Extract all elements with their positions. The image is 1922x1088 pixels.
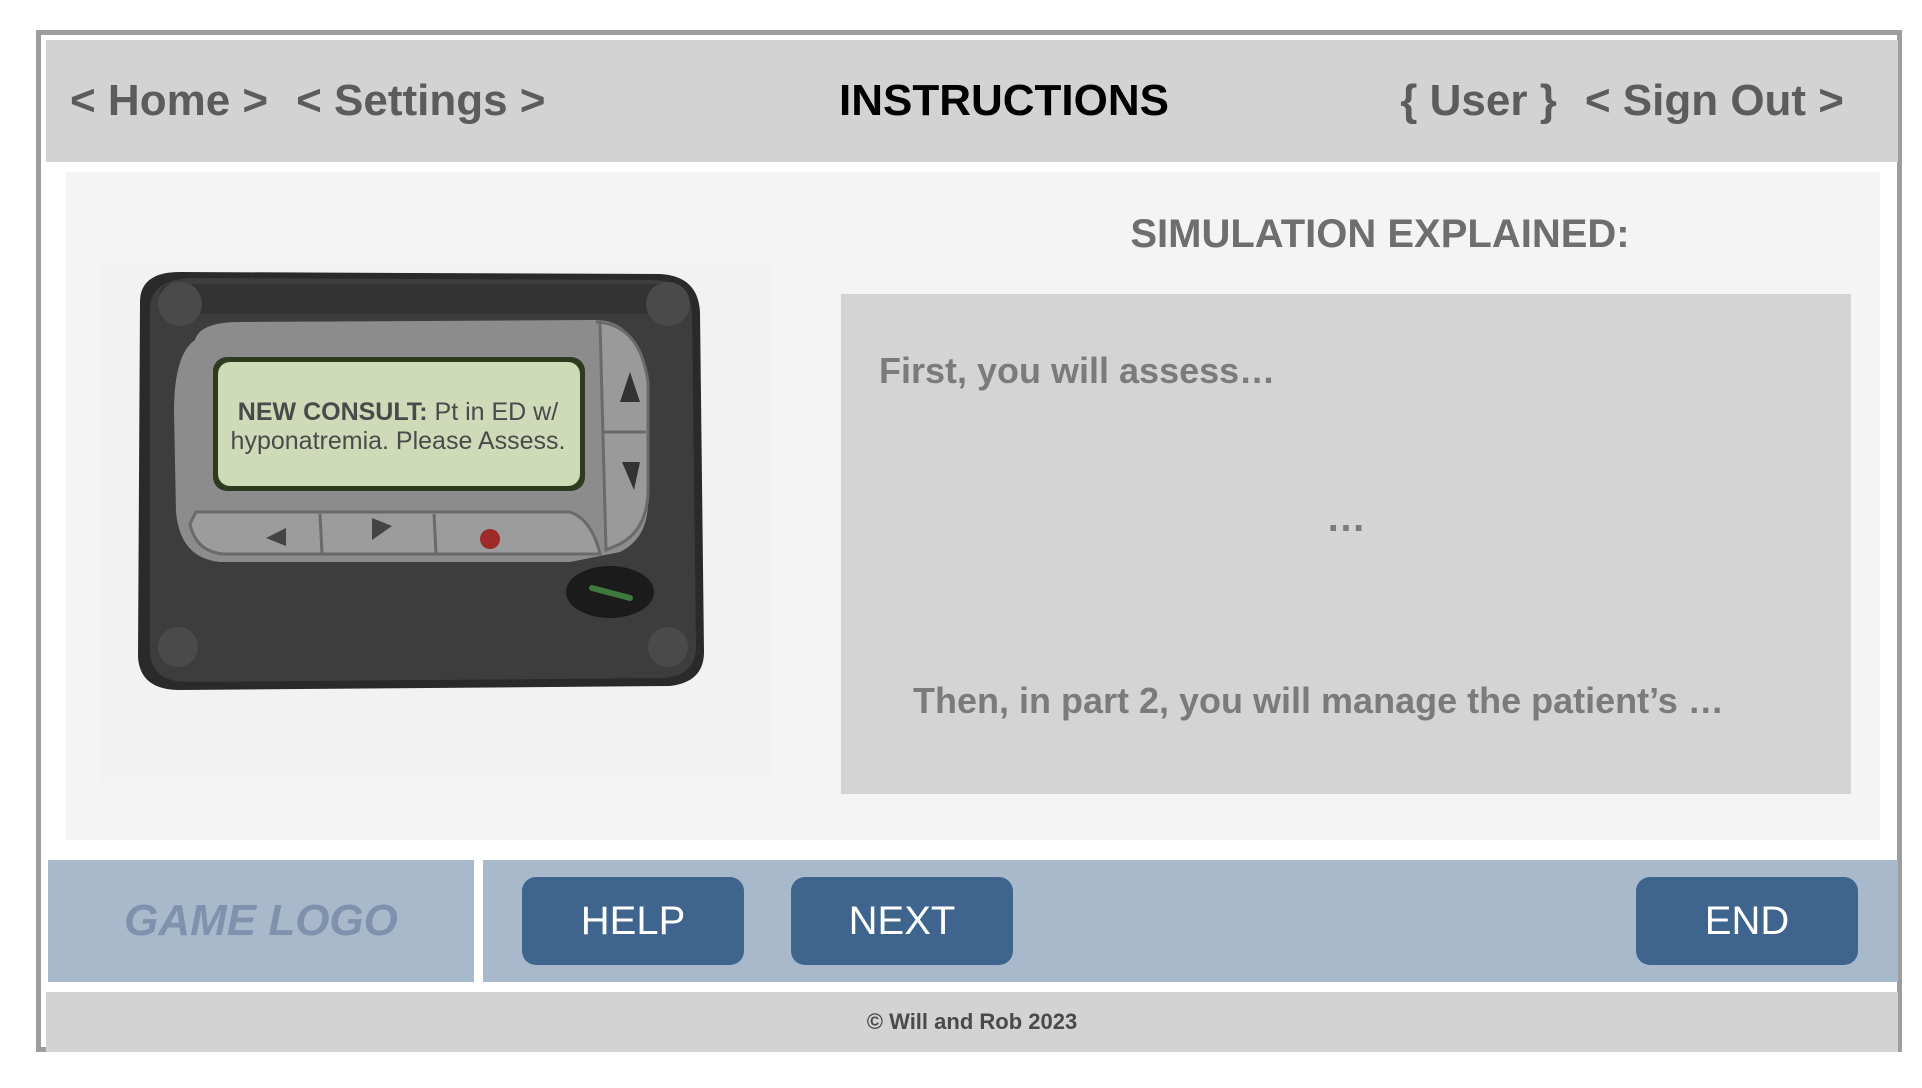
help-button[interactable]: HELP	[522, 877, 744, 965]
pager-message-line2: hyponatremia. Please Assess.	[231, 427, 566, 455]
end-button[interactable]: END	[1636, 877, 1858, 965]
nav-right: { User } < Sign Out >	[1400, 40, 1844, 162]
section-title: SIMULATION EXPLAINED:	[1130, 212, 1630, 256]
pager-message-line1: NEW CONSULT: Pt in ED w/	[238, 398, 558, 426]
top-nav-bar: < Home > < Settings > INSTRUCTIONS { Use…	[46, 40, 1898, 162]
nav-sign-out-link[interactable]: < Sign Out >	[1585, 76, 1844, 126]
pager-image: NEW CONSULT: Pt in ED w/ hyponatremia. P…	[100, 262, 770, 782]
explanation-line-3: Then, in part 2, you will manage the pat…	[913, 680, 1724, 721]
main-content: NEW CONSULT: Pt in ED w/ hyponatremia. P…	[66, 172, 1880, 840]
explanation-line-2: …	[1326, 496, 1366, 540]
footer: © Will and Rob 2023	[46, 992, 1898, 1052]
copyright-text: © Will and Rob 2023	[866, 1009, 1078, 1034]
game-logo-panel: GAME LOGO	[48, 860, 474, 982]
pager-illustration: NEW CONSULT: Pt in ED w/ hyponatremia. P…	[100, 262, 770, 782]
nav-user-link[interactable]: { User }	[1400, 76, 1557, 126]
game-logo: GAME LOGO	[124, 896, 398, 945]
next-button[interactable]: NEXT	[791, 877, 1013, 965]
explanation-line-1: First, you will assess…	[879, 350, 1276, 391]
explanation-panel: First, you will assess… … Then, in part …	[841, 294, 1851, 794]
action-bar: HELP NEXT END	[483, 860, 1898, 982]
